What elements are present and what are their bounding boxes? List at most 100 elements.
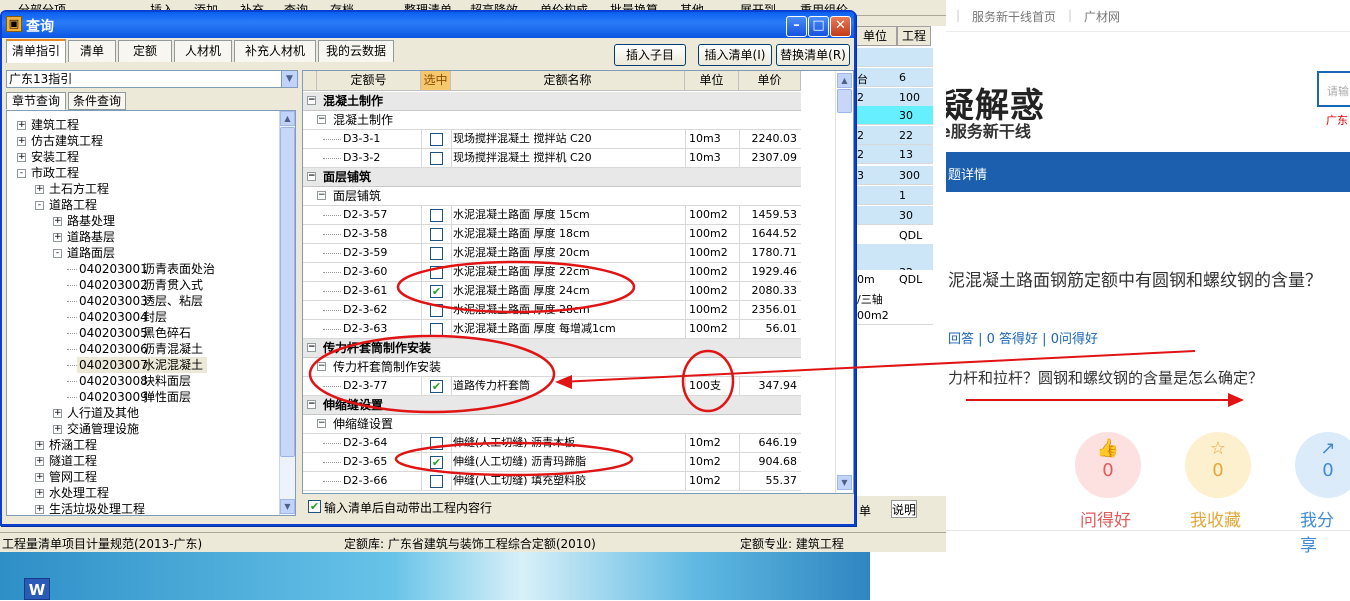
grid-quota-row[interactable]: D2-3-61 ✔ 水泥混凝土路面 厚度 24cm 100m2 2080.33 [303,282,801,301]
favorite-label[interactable]: 我收藏 [1190,506,1241,531]
tree-node[interactable]: + 桥涵工程 [7,437,277,453]
quota-select-checkbox[interactable] [430,152,443,165]
collapse-icon[interactable]: - [35,201,44,210]
guide-library-select[interactable]: 广东13指引 ▼ [6,70,298,88]
replace-list-button[interactable]: 替换清单(R) [776,44,850,66]
collapse-icon[interactable]: - [17,169,26,178]
quota-select-checkbox[interactable] [430,133,443,146]
insert-child-button[interactable]: 插入子目 [614,44,686,66]
tab-labor-material[interactable]: 人材机 [174,40,232,62]
grid-scrollbar[interactable]: ▲ ▼ [835,71,853,493]
grid-quota-row[interactable]: D2-3-60 水泥混凝土路面 厚度 22cm 100m2 1929.46 [303,263,801,282]
quota-select-checkbox[interactable] [430,323,443,336]
expand-icon[interactable]: + [17,121,26,130]
expand-icon[interactable]: + [53,409,62,418]
close-icon[interactable]: ✕ [830,16,851,37]
tree-node[interactable]: 040203007 水泥混凝土 [7,357,277,373]
quota-select-checkbox[interactable] [430,209,443,222]
collapse-icon[interactable]: − [317,362,326,371]
tree-node[interactable]: 040203002 沥青贯入式 [7,277,277,293]
word-app-icon[interactable]: W [24,578,50,600]
quota-select-checkbox[interactable] [430,475,443,488]
collapse-icon[interactable]: − [307,96,316,105]
grid-quota-row[interactable]: D3-3-2 现场搅拌混凝土 搅拌机 C20 10m3 2307.09 [303,149,801,168]
grid-subsection-row[interactable]: − 混凝土制作 [303,111,801,130]
expand-icon[interactable]: + [35,457,44,466]
background-bottom-tab[interactable]: 单 [859,502,871,519]
tree-node[interactable]: 040203001 沥青表面处治 [7,261,277,277]
grid-quota-row[interactable]: D2-3-59 水泥混凝土路面 厚度 20cm 100m2 1780.71 [303,244,801,263]
collapse-icon[interactable]: − [307,172,316,181]
grid-quota-row[interactable]: D2-3-77 ✔ 道路传力杆套筒 100支 347.94 [303,377,801,396]
subtab-condition-query[interactable]: 条件查询 [68,92,126,110]
grid-quota-row[interactable]: D3-3-1 现场搅拌混凝土 搅拌站 C20 10m3 2240.03 [303,130,801,149]
collapse-icon[interactable]: − [317,419,326,428]
expand-icon[interactable]: + [53,233,62,242]
expand-icon[interactable]: + [53,425,62,434]
background-bottom-tab-desc[interactable]: 说明 [891,500,917,518]
tree-node[interactable]: - 道路工程 [7,197,277,213]
collapse-icon[interactable]: - [53,249,62,258]
tab-quota[interactable]: 定额 [118,40,172,62]
expand-icon[interactable]: + [17,137,26,146]
grid-quota-row[interactable]: D2-3-66 伸缝(人工切缝) 填充塑料胶 10m2 55.37 [303,472,801,491]
grid-section-row[interactable]: − 伸缩缝设置 [303,396,801,415]
grid-subsection-row[interactable]: − 伸缩缝设置 [303,415,801,434]
quota-select-checkbox[interactable] [430,228,443,241]
tree-node[interactable]: + 交通管理设施 [7,421,277,437]
tree-node[interactable]: + 仿古建筑工程 [7,133,277,149]
expand-icon[interactable]: + [35,185,44,194]
quota-select-checkbox[interactable] [430,437,443,450]
scroll-down-icon[interactable]: ▼ [280,499,295,514]
grid-section-row[interactable]: − 面层铺筑 [303,168,801,187]
auto-bring-checkbox[interactable]: ✔ [308,500,321,513]
tree-node[interactable]: + 水处理工程 [7,485,277,501]
grid-quota-row[interactable]: D2-3-62 水泥混凝土路面 厚度 28cm 100m2 2356.01 [303,301,801,320]
quota-select-checkbox[interactable] [430,247,443,260]
grid-scroll-down-icon[interactable]: ▼ [837,475,852,490]
tree-node[interactable]: + 生活垃圾处理工程 [7,501,277,515]
tab-list-guide[interactable]: 清单指引 [6,39,66,63]
minimize-icon[interactable]: – [786,16,807,37]
favorite-button[interactable]: ☆ 0 [1185,432,1251,498]
grid-subsection-row[interactable]: − 传力杆套筒制作安装 [303,358,801,377]
tab-supplement-material[interactable]: 补充人材机 [234,40,316,62]
expand-icon[interactable]: + [35,441,44,450]
tree-node[interactable]: 040203009 弹性面层 [7,389,277,405]
grid-quota-row[interactable]: D2-3-63 水泥混凝土路面 厚度 每增减1cm 100m2 56.01 [303,320,801,339]
share-label[interactable]: 我分享 [1300,506,1350,556]
tree-node[interactable]: + 人行道及其他 [7,405,277,421]
expand-icon[interactable]: + [17,153,26,162]
grid-quota-row[interactable]: D2-3-58 水泥混凝土路面 厚度 18cm 100m2 1644.52 [303,225,801,244]
quota-select-checkbox[interactable]: ✔ [430,380,443,393]
tree-node[interactable]: + 土石方工程 [7,181,277,197]
insert-list-button[interactable]: 插入清单(I) [698,44,772,66]
subtab-chapter-query[interactable]: 章节查询 [6,92,66,110]
tree-scrollbar[interactable]: ▲ ▼ [279,111,295,515]
tree-node[interactable]: + 管网工程 [7,469,277,485]
tree-node[interactable]: + 隧道工程 [7,453,277,469]
web-question-stats[interactable]: 回答 | 0 答得好 | 0问得好 [948,328,1098,347]
collapse-icon[interactable]: − [317,115,326,124]
collapse-icon[interactable]: − [307,343,316,352]
tree-node[interactable]: + 路基处理 [7,213,277,229]
tree-node[interactable]: + 道路基层 [7,229,277,245]
collapse-icon[interactable]: − [317,191,326,200]
quota-select-checkbox[interactable]: ✔ [430,285,443,298]
tree-node[interactable]: 040203006 沥青混凝土 [7,341,277,357]
tree-node[interactable]: - 道路面层 [7,245,277,261]
grid-scroll-thumb[interactable] [837,89,852,113]
scroll-up-icon[interactable]: ▲ [280,111,295,126]
grid-scroll-up-icon[interactable]: ▲ [837,73,852,88]
grid-section-row[interactable]: − 传力杆套筒制作安装 [303,339,801,358]
quota-select-checkbox[interactable]: ✔ [430,456,443,469]
grid-quota-row[interactable]: D2-3-57 水泥混凝土路面 厚度 15cm 100m2 1459.53 [303,206,801,225]
tree-node[interactable]: 040203003 透层、粘层 [7,293,277,309]
quota-select-checkbox[interactable] [430,266,443,279]
thumbs-up-label[interactable]: 问得好 [1080,506,1131,531]
web-link-guangcai[interactable]: 广材网 [1084,8,1120,25]
tree-node[interactable]: + 安装工程 [7,149,277,165]
quota-select-checkbox[interactable] [430,304,443,317]
tab-cloud-data[interactable]: 我的云数据 [318,40,394,62]
tree-node[interactable]: + 建筑工程 [7,117,277,133]
